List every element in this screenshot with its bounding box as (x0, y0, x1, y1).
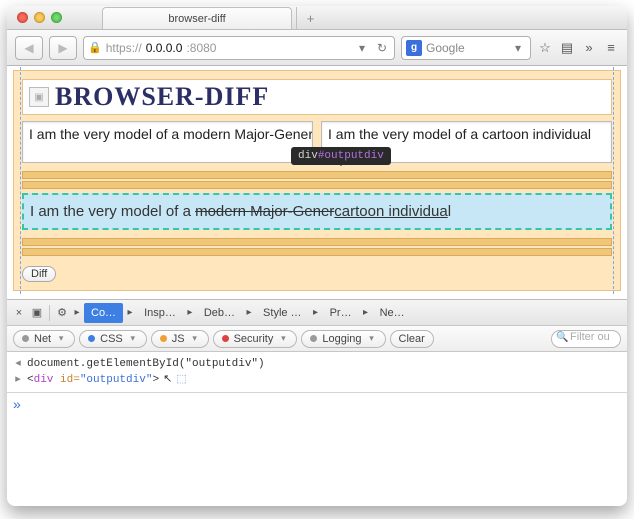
chevron-right-icon: ▸ (244, 307, 254, 318)
menu-icon[interactable]: ≡ (603, 40, 619, 55)
diff-suffix: l (448, 203, 451, 220)
diff-prefix: I am the very model of a (30, 203, 195, 220)
mouse-cursor-icon: ↖ (163, 372, 172, 388)
forward-button[interactable]: ▶ (49, 36, 77, 60)
filter-js[interactable]: JS▾ (151, 330, 209, 348)
search-engine-icon: g (406, 40, 422, 56)
devtools-panel: × ▣ ⚙ ▸ Co… ▸ Insp… ▸ Deb… ▸ Style … ▸ P… (7, 299, 627, 414)
expand-caret-icon[interactable]: ▸ (13, 372, 23, 388)
console-output: ◂ document.getElementById("outputdiv") ▸… (7, 352, 627, 392)
chevron-right-icon: ▸ (185, 307, 195, 318)
tab-profiler[interactable]: Pr… (323, 303, 359, 323)
diff-added: cartoon individua (334, 203, 447, 220)
filter-css[interactable]: CSS▾ (79, 330, 147, 348)
devtools-dock-icon[interactable]: ▣ (29, 306, 45, 319)
diff-button[interactable]: Diff (22, 266, 56, 282)
overflow-icon[interactable]: » (581, 40, 597, 55)
clear-button[interactable]: Clear (390, 330, 434, 348)
console-result-text: <div id="outputdiv"> (27, 372, 159, 388)
filter-net[interactable]: Net▾ (13, 330, 75, 348)
url-host: 0.0.0.0 (146, 41, 183, 55)
new-tab-button[interactable]: + (296, 7, 324, 29)
console-filter-input[interactable]: Filter ou (551, 330, 621, 348)
devtools-toolbar: × ▣ ⚙ ▸ Co… ▸ Insp… ▸ Deb… ▸ Style … ▸ P… (7, 300, 627, 326)
url-scheme: https:// (106, 41, 142, 55)
tab-inspector[interactable]: Insp… (137, 303, 183, 323)
element-node-icon: ⬚ (176, 372, 186, 388)
input-caret-icon: ◂ (13, 356, 23, 372)
element-highlight-tooltip: div#outputdiv (291, 147, 391, 165)
plus-icon: + (307, 11, 315, 26)
tab-title: browser-diff (168, 13, 225, 25)
search-placeholder: Google (426, 41, 465, 55)
tooltip-tag: div (298, 150, 318, 162)
input-a[interactable]: I am the very model of a modern Major-Ge… (22, 121, 313, 163)
chevron-right-icon: ▸ (361, 307, 371, 318)
search-engine-dropdown[interactable]: ▾ (510, 41, 526, 55)
filter-logging[interactable]: Logging▾ (301, 330, 385, 348)
console-filter-bar: Net▾ CSS▾ JS▾ Security▾ Logging▾ Clear F… (7, 326, 627, 352)
tab-debugger[interactable]: Deb… (197, 303, 242, 323)
reload-button[interactable]: ↻ (374, 41, 390, 55)
reader-icon[interactable]: ▤ (559, 40, 575, 56)
url-bar[interactable]: 🔒 https:// 0.0.0.0:8080 ▾ ↻ (83, 36, 395, 60)
page-body: ▣ BROWSER-DIFF I am the very model of a … (13, 70, 621, 291)
lock-icon: 🔒 (88, 41, 102, 54)
url-port: :8080 (186, 41, 216, 55)
forward-icon: ▶ (58, 41, 67, 55)
traffic-lights (7, 6, 72, 29)
page-title: BROWSER-DIFF (55, 82, 269, 112)
diff-removed: modern Major-Gener (195, 203, 334, 220)
devtools-settings-icon[interactable]: ⚙ (54, 306, 70, 319)
chevron-right-icon: ▸ (311, 307, 321, 318)
devtools-close-icon[interactable]: × (11, 307, 27, 319)
broken-image-icon: ▣ (29, 87, 49, 107)
browser-tab[interactable]: browser-diff (102, 7, 292, 29)
page-header: ▣ BROWSER-DIFF (22, 79, 612, 115)
back-button[interactable]: ◀ (15, 36, 43, 60)
console-result-line[interactable]: ▸ <div id="outputdiv"> ↖ ⬚ (13, 372, 621, 388)
browser-toolbar: ◀ ▶ 🔒 https:// 0.0.0.0:8080 ▾ ↻ g Google … (7, 30, 627, 66)
console-input-text: document.getElementById("outputdiv") (27, 356, 265, 372)
back-icon: ◀ (24, 41, 33, 55)
output-div: I am the very model of a modern Major-Ge… (22, 193, 612, 230)
close-window-button[interactable] (17, 12, 28, 23)
window-titlebar: browser-diff + (7, 6, 627, 30)
devtools-footer: » (7, 392, 627, 414)
separator-bars (22, 171, 612, 189)
tooltip-id: #outputdiv (318, 150, 384, 162)
tab-strip: browser-diff + (72, 6, 627, 29)
url-history-dropdown[interactable]: ▾ (354, 41, 370, 55)
search-bar[interactable]: g Google ▾ (401, 36, 531, 60)
console-input-line: ◂ document.getElementById("outputdiv") (13, 356, 621, 372)
zoom-window-button[interactable] (51, 12, 62, 23)
tab-console[interactable]: Co… (84, 303, 123, 323)
devtools-expand-icon[interactable]: » (13, 396, 21, 412)
bookmark-star-icon[interactable]: ☆ (537, 40, 553, 56)
tab-network[interactable]: Ne… (373, 303, 412, 323)
chevron-right-icon: ▸ (72, 307, 82, 318)
filter-security[interactable]: Security▾ (213, 330, 298, 348)
separator-bars-2 (22, 238, 612, 256)
minimize-window-button[interactable] (34, 12, 45, 23)
chevron-right-icon: ▸ (125, 307, 135, 318)
tab-style-editor[interactable]: Style … (256, 303, 309, 323)
